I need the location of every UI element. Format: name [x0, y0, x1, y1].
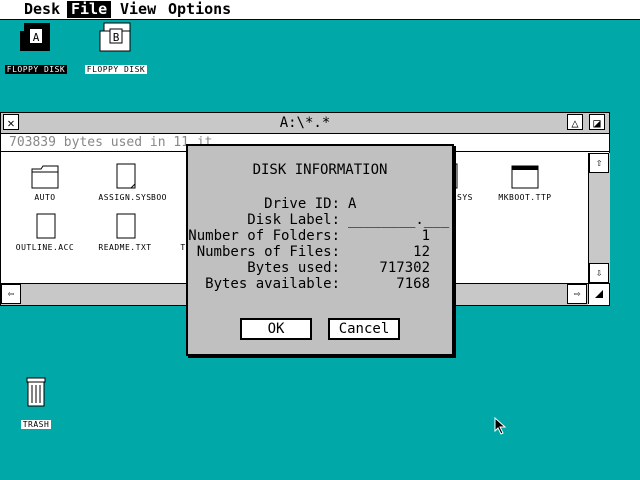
floppy-disk-a-label: FLOPPY DISK	[4, 65, 68, 74]
window-title-bar[interactable]: ✕ A:\*.* △ ◪	[1, 113, 609, 134]
bytes-available-value: 7168	[396, 276, 430, 292]
document-icon	[116, 213, 136, 239]
file-item-mkboot[interactable]: MKBOOT.TTP	[485, 163, 565, 203]
floppy-drive-icon: A	[20, 23, 50, 51]
vertical-scrollbar[interactable]: ⇧ ⇩	[588, 153, 610, 283]
drive-id-label: Drive ID:	[264, 196, 340, 212]
file-item-readme[interactable]: README.TXT	[85, 213, 165, 253]
files-value: 12	[413, 244, 430, 260]
folder-icon	[31, 165, 59, 189]
resize-handle-icon[interactable]	[588, 283, 609, 304]
floppy-disk-b-label: FLOPPY DISK	[84, 65, 148, 74]
menu-view[interactable]: View	[116, 1, 160, 18]
svg-text:A: A	[33, 31, 40, 44]
file-item-auto[interactable]: AUTO	[5, 163, 85, 203]
window-title: A:\*.*	[279, 115, 331, 131]
svg-text:B: B	[113, 31, 120, 44]
mouse-pointer-icon	[494, 417, 507, 435]
disk-label-row: Disk Label: ________.___	[188, 212, 452, 228]
ok-button[interactable]: OK	[240, 318, 312, 340]
scroll-up-icon[interactable]: ⇧	[589, 153, 609, 173]
scroll-right-icon[interactable]: ⇨	[567, 284, 587, 304]
file-item-boo[interactable]: BOO	[151, 163, 191, 203]
files-label: Numbers of Files:	[196, 244, 340, 260]
document-icon	[116, 163, 136, 189]
trash-label: TRASH	[20, 420, 52, 429]
menu-desk[interactable]: Desk	[20, 1, 64, 18]
scroll-up-title-icon[interactable]: △	[567, 114, 583, 130]
folders-label: Number of Folders:	[188, 228, 340, 244]
floppy-disk-b[interactable]: B FLOPPY DISK	[80, 21, 152, 76]
fullscreen-icon[interactable]: ◪	[589, 114, 605, 130]
cancel-button[interactable]: Cancel	[328, 318, 400, 340]
bytes-available-label: Bytes available:	[205, 276, 340, 292]
files-row: Numbers of Files: 12	[188, 244, 452, 260]
drive-id-value: A	[348, 196, 357, 212]
floppy-disk-a[interactable]: A FLOPPY DISK	[0, 21, 72, 76]
file-name: BOO	[151, 193, 167, 202]
program-icon	[511, 165, 539, 189]
size-box-icon	[595, 290, 603, 298]
dialog-title: DISK INFORMATION	[252, 162, 388, 178]
file-name: MKBOOT.TTP	[498, 193, 552, 202]
bytes-available-row: Bytes available: 7168	[188, 276, 452, 292]
file-item-outline[interactable]: OUTLINE.ACC	[5, 213, 85, 253]
file-name: OUTLINE.ACC	[15, 243, 75, 252]
scroll-left-icon[interactable]: ⇦	[1, 284, 21, 304]
menu-bar: Desk File View Options	[0, 0, 640, 20]
disk-information-dialog: DISK INFORMATION Drive ID: A Disk Label:…	[186, 144, 454, 356]
folders-value: 1	[421, 228, 430, 244]
menu-file[interactable]: File	[67, 1, 112, 18]
trash[interactable]: TRASH	[0, 376, 72, 431]
disk-label-label: Disk Label:	[247, 212, 340, 228]
file-name: AUTO	[34, 193, 56, 202]
bytes-used-label: Bytes used:	[247, 260, 340, 276]
folders-row: Number of Folders: 1	[188, 228, 452, 244]
bytes-used-value: 717302	[379, 260, 430, 276]
scroll-down-icon[interactable]: ⇩	[589, 263, 609, 283]
floppy-drive-icon: B	[99, 22, 131, 52]
bytes-used-row: Bytes used: 717302	[188, 260, 452, 276]
menu-options[interactable]: Options	[164, 1, 235, 18]
document-icon	[36, 213, 56, 239]
file-name: README.TXT	[98, 243, 152, 252]
file-item-sys[interactable]: SYS	[448, 163, 489, 203]
trash-can-icon	[26, 377, 46, 407]
disk-label-field[interactable]: ________.___	[348, 212, 449, 228]
drive-id-row: Drive ID: A	[188, 196, 452, 212]
